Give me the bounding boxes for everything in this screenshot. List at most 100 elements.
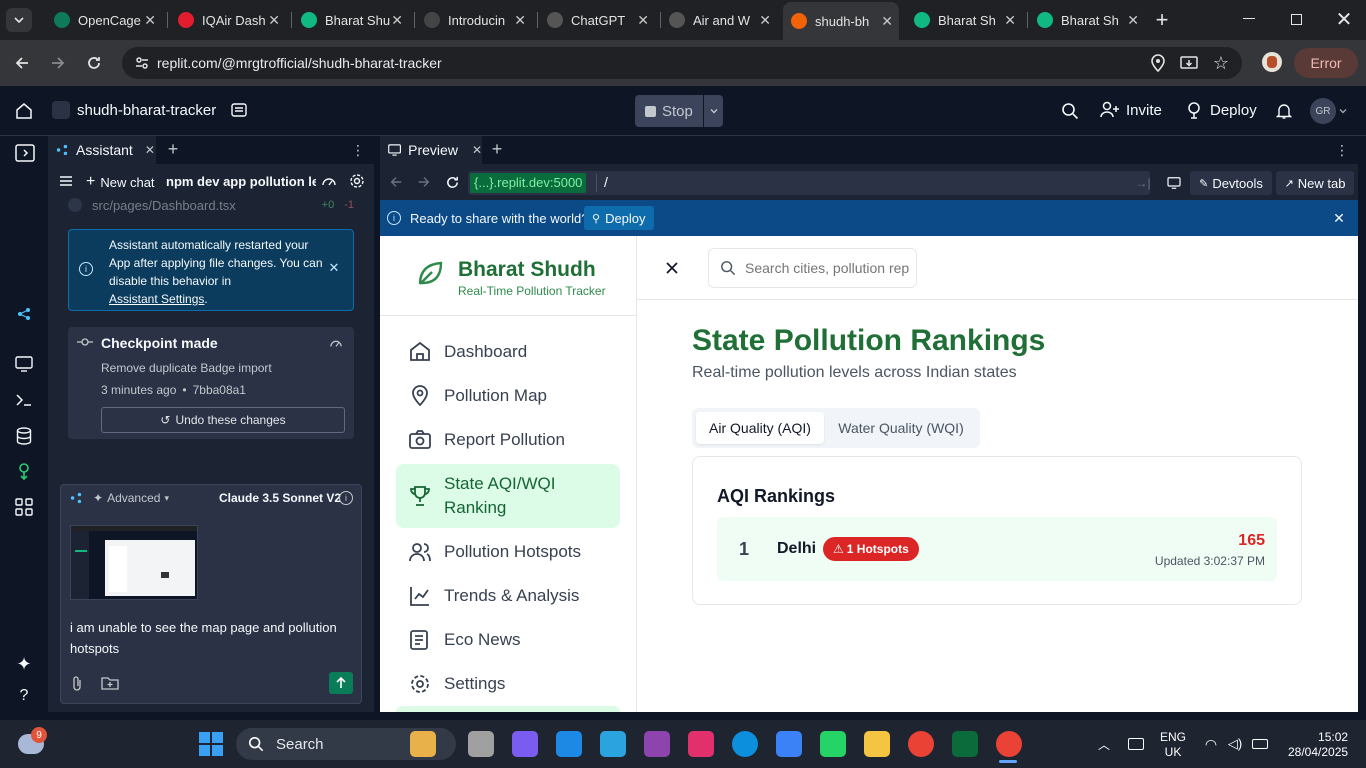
back-icon[interactable] bbox=[12, 53, 32, 73]
paperclip-icon[interactable] bbox=[70, 675, 84, 691]
maximize-button[interactable] bbox=[1291, 14, 1302, 25]
shell-icon[interactable] bbox=[14, 392, 34, 408]
dismiss-icon[interactable]: ✕ bbox=[327, 260, 341, 275]
sparkle-icon[interactable]: ✦ bbox=[14, 654, 34, 674]
stop-button[interactable]: Stop bbox=[635, 95, 703, 127]
devtools-button[interactable]: ✎ Devtools bbox=[1190, 171, 1272, 195]
undo-changes-button[interactable]: ↺ Undo these changes bbox=[101, 407, 345, 433]
chat-history-icon[interactable] bbox=[58, 173, 74, 189]
browser-tab[interactable]: Bharat Sh ✕ bbox=[1029, 6, 1145, 34]
gear-icon[interactable] bbox=[348, 172, 366, 190]
site-info-icon[interactable] bbox=[134, 55, 150, 71]
media-player-icon[interactable] bbox=[644, 731, 670, 757]
edge-icon[interactable] bbox=[732, 731, 758, 757]
new-tab-button[interactable]: + bbox=[1150, 7, 1174, 32]
nav-item[interactable]: Settings bbox=[396, 662, 620, 706]
app-search-box[interactable] bbox=[708, 248, 917, 288]
invite-button[interactable]: Invite bbox=[1100, 101, 1162, 119]
add-tab-icon[interactable]: + bbox=[164, 139, 182, 159]
nav-item[interactable]: State AQI/WQI Ranking bbox=[396, 464, 620, 528]
more-options-icon[interactable]: ⋮ bbox=[350, 142, 366, 158]
preview-forward-icon[interactable] bbox=[416, 174, 432, 190]
new-chat-button[interactable]: + New chat bbox=[86, 173, 155, 191]
add-tab-icon[interactable]: + bbox=[488, 139, 506, 159]
keyboard-icon[interactable] bbox=[1128, 738, 1144, 750]
device-preview-icon[interactable] bbox=[1164, 173, 1184, 193]
close-tab-icon[interactable]: ✕ bbox=[881, 13, 893, 30]
tab-search-button[interactable] bbox=[6, 8, 32, 32]
ranking-row[interactable]: 1 Delhi ⚠ 1 Hotspots 165 Updated 3:02:37 … bbox=[717, 517, 1277, 581]
deploy-header-button[interactable]: Deploy bbox=[1186, 101, 1257, 119]
close-tab-icon[interactable]: ✕ bbox=[144, 12, 156, 29]
wifi-icon[interactable]: ◠ bbox=[1202, 736, 1220, 752]
folder-icon[interactable] bbox=[864, 731, 890, 757]
forward-icon[interactable] bbox=[48, 53, 68, 73]
store-icon[interactable] bbox=[556, 731, 582, 757]
model-selector[interactable]: Claude 3.5 Sonnet V2 bbox=[219, 491, 341, 505]
close-tab-icon[interactable]: ✕ bbox=[1004, 12, 1016, 29]
close-icon[interactable]: ✕ bbox=[145, 143, 155, 157]
battery-icon[interactable] bbox=[1252, 739, 1268, 749]
preview-back-icon[interactable] bbox=[388, 174, 404, 190]
install-app-icon[interactable] bbox=[1180, 54, 1198, 72]
address-bar[interactable]: replit.com/@mrgtrofficial/shudh-bharat-t… bbox=[122, 47, 1242, 79]
minimize-button[interactable] bbox=[1243, 18, 1255, 19]
tab-assistant[interactable]: Assistant ✕ bbox=[48, 136, 156, 164]
close-icon[interactable]: ✕ bbox=[472, 143, 482, 157]
run-options-button[interactable] bbox=[704, 95, 723, 127]
nav-item[interactable]: Dashboard bbox=[396, 330, 620, 374]
chat-message-input[interactable]: i am unable to see the map page and poll… bbox=[70, 617, 340, 659]
terminal-icon[interactable] bbox=[952, 731, 978, 757]
browser-tab[interactable]: Bharat Shu ✕ bbox=[293, 6, 409, 34]
nav-item[interactable]: Pollution Map bbox=[396, 374, 620, 418]
clock[interactable]: 15:02 28/04/2025 bbox=[1288, 730, 1348, 760]
close-tab-icon[interactable]: ✕ bbox=[391, 12, 403, 29]
preview-reload-icon[interactable] bbox=[444, 174, 460, 190]
app-search-input[interactable] bbox=[745, 257, 911, 279]
assistant-settings-link[interactable]: Assistant Settings bbox=[109, 292, 204, 306]
close-tab-icon[interactable]: ✕ bbox=[514, 12, 526, 29]
checkpoint-icon[interactable] bbox=[320, 172, 338, 190]
bell-icon[interactable] bbox=[1275, 102, 1293, 120]
bookmark-star-icon[interactable]: ☆ bbox=[1212, 53, 1230, 73]
brand-name[interactable]: Bharat Shudh bbox=[458, 258, 596, 282]
close-tab-icon[interactable]: ✕ bbox=[268, 12, 280, 29]
profile-avatar[interactable] bbox=[1262, 52, 1282, 72]
project-name[interactable]: shudh-bharat-tracker bbox=[77, 102, 216, 119]
nav-item[interactable]: Eco News bbox=[396, 618, 620, 662]
close-banner-icon[interactable]: ✕ bbox=[1332, 210, 1346, 226]
close-tab-icon[interactable]: ✕ bbox=[1127, 12, 1139, 29]
nav-item[interactable]: Pollution Hotspots bbox=[396, 530, 620, 574]
browser-error-button[interactable]: Error bbox=[1294, 48, 1358, 78]
file-explorer-icon[interactable] bbox=[468, 731, 494, 757]
reload-icon[interactable] bbox=[84, 53, 104, 73]
toggle-sidebar-icon[interactable] bbox=[14, 144, 36, 162]
send-button[interactable] bbox=[329, 672, 353, 694]
chrome-icon[interactable] bbox=[908, 731, 934, 757]
user-avatar[interactable]: GR bbox=[1310, 98, 1336, 124]
navigate-icon[interactable]: →| bbox=[1135, 176, 1150, 190]
tab-air-quality[interactable]: Air Quality (AQI) bbox=[696, 412, 824, 444]
search-highlight-icon[interactable] bbox=[410, 731, 436, 757]
database-icon[interactable] bbox=[14, 427, 34, 445]
close-tab-icon[interactable]: ✕ bbox=[759, 12, 771, 29]
add-folder-icon[interactable] bbox=[101, 675, 119, 691]
browser-tab[interactable]: OpenCage ✕ bbox=[46, 6, 162, 34]
all-tools-icon[interactable] bbox=[14, 497, 34, 517]
whatsapp-icon[interactable] bbox=[820, 731, 846, 757]
browser-tab[interactable]: ChatGPT ✕ bbox=[539, 6, 655, 34]
assistant-icon[interactable] bbox=[16, 306, 32, 322]
browser-tab[interactable]: Air and W ✕ bbox=[661, 6, 777, 34]
model-info-icon[interactable]: i bbox=[339, 491, 353, 505]
nav-item[interactable]: Report Pollution bbox=[396, 418, 620, 462]
location-icon[interactable] bbox=[1150, 54, 1166, 72]
close-tab-icon[interactable]: ✕ bbox=[637, 12, 649, 29]
nav-item[interactable]: Trends & Analysis bbox=[396, 574, 620, 618]
browser-tab[interactable]: IQAir Dash ✕ bbox=[170, 6, 286, 34]
webview-icon[interactable] bbox=[14, 356, 34, 372]
help-icon[interactable]: ? bbox=[14, 686, 34, 706]
file-change-row[interactable]: src/pages/Dashboard.tsx +0 -1 bbox=[68, 196, 354, 214]
chat-input-box[interactable]: ✦ Advanced ▾ Claude 3.5 Sonnet V2 i i am u… bbox=[60, 484, 362, 704]
close-window-button[interactable]: ✕ bbox=[1334, 9, 1354, 31]
browser-tab[interactable]: Bharat Sh ✕ bbox=[906, 6, 1022, 34]
